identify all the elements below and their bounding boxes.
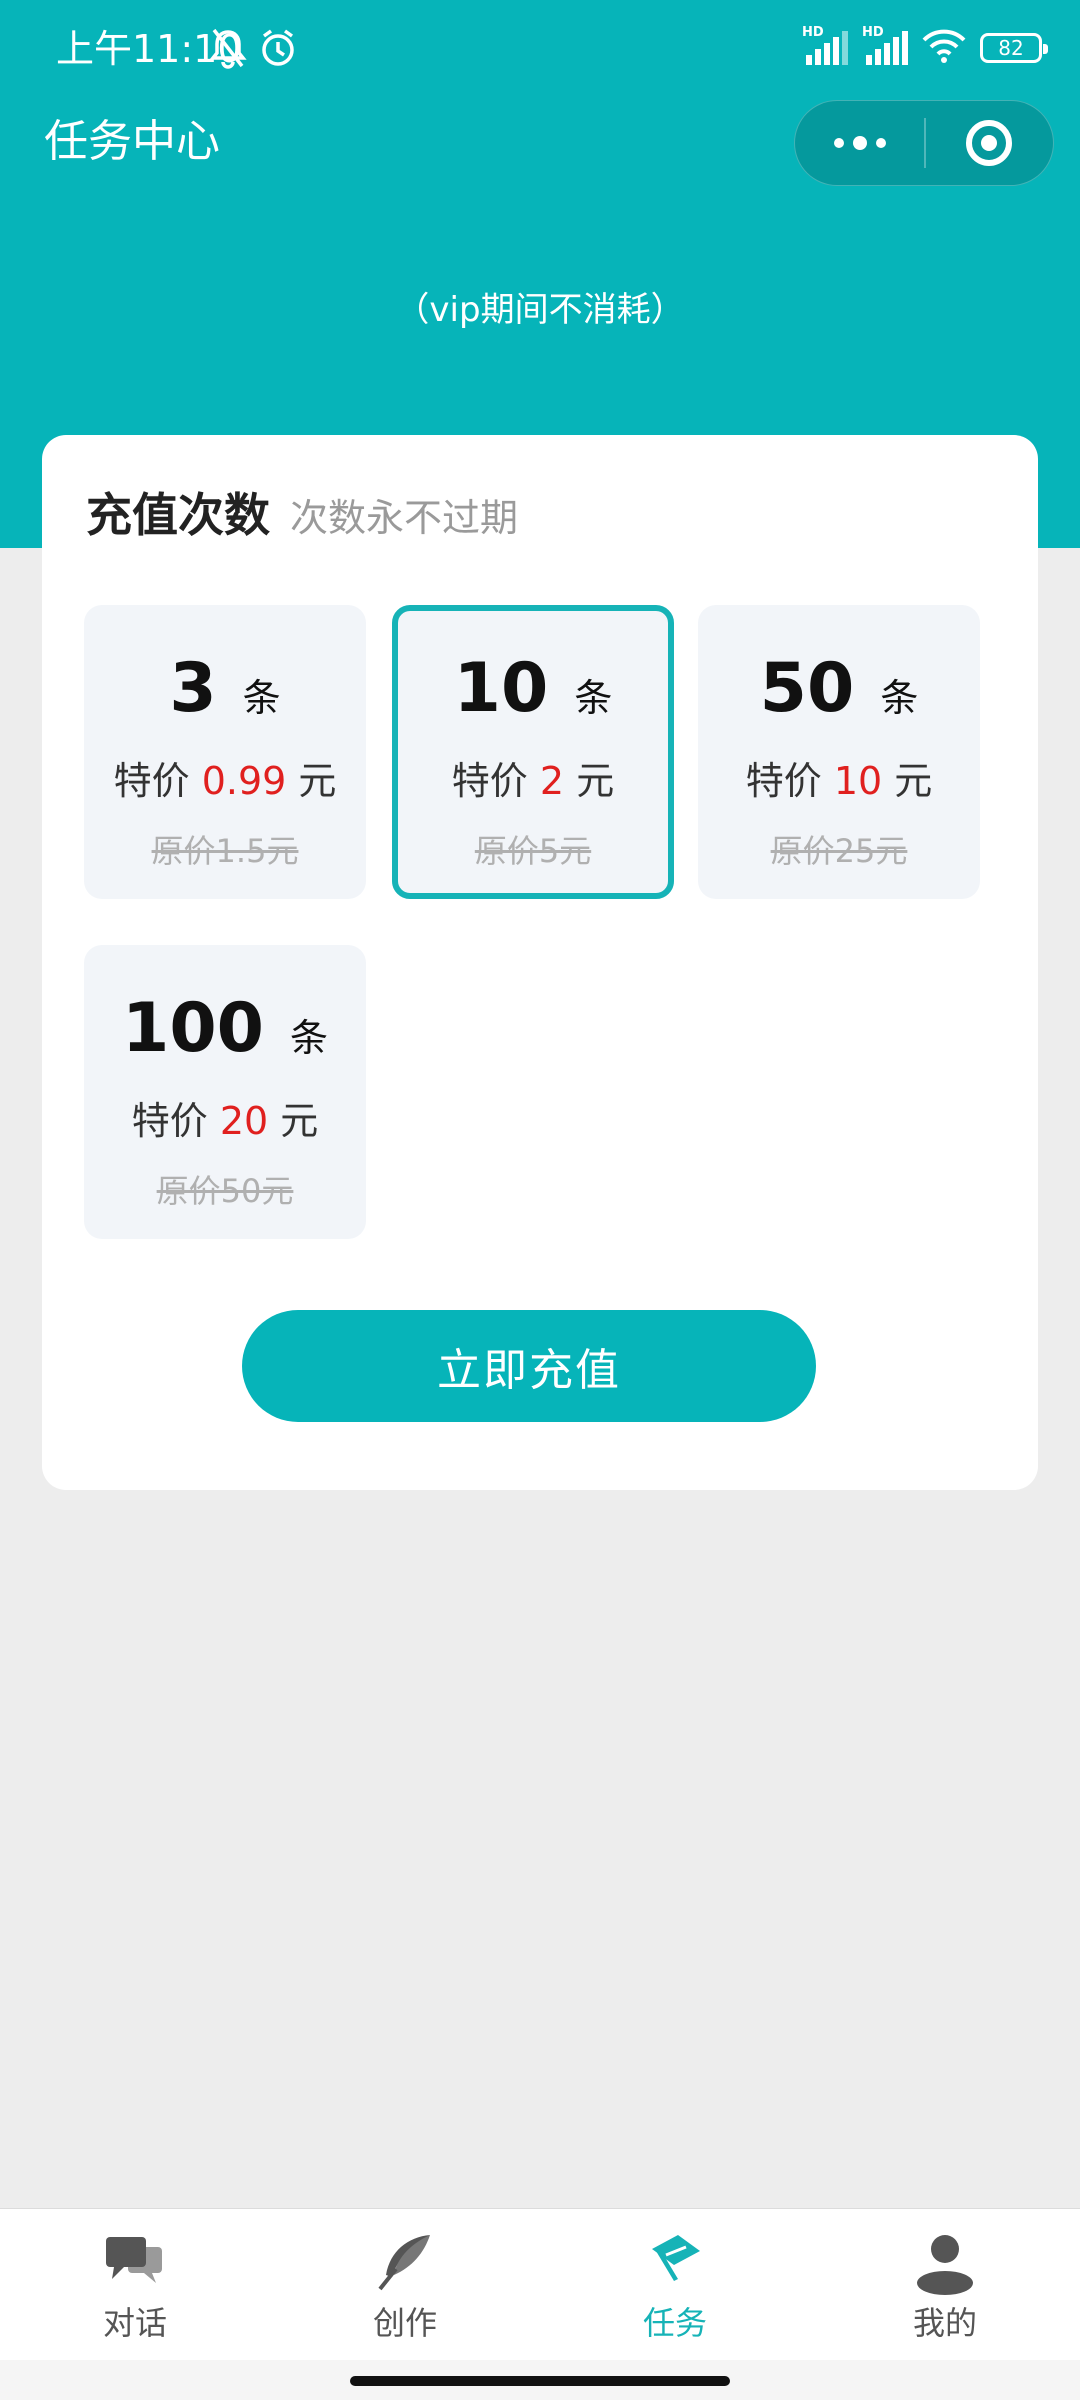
tab-label: 我的 (912, 2304, 977, 2342)
package-count: 100 (122, 989, 264, 1068)
package-unit: 条 (242, 676, 281, 720)
more-dots-icon (833, 138, 844, 148)
bottom-tab-bar: 对话 创作 任务 我的 (0, 2208, 1080, 2360)
tab-chat[interactable]: 对话 (0, 2209, 270, 2360)
package-unit: 条 (574, 676, 613, 720)
package-count: 10 (453, 649, 549, 728)
wifi-icon (922, 28, 966, 68)
flag-icon (652, 2235, 700, 2281)
page-title: 任务中心 (44, 116, 220, 167)
package-unit: 条 (289, 1016, 328, 1060)
package-option-3[interactable]: 3 条 特价 0.99 元 原价1.5元 (84, 605, 366, 899)
package-price: 特价 2 元 (451, 759, 615, 803)
close-program-button[interactable] (926, 100, 1053, 186)
package-count: 50 (759, 649, 855, 728)
person-icon (917, 2235, 973, 2295)
feather-icon (378, 2235, 430, 2291)
alarm-icon (258, 26, 298, 74)
tab-task[interactable]: 任务 (540, 2209, 810, 2360)
package-count: 3 (169, 649, 217, 728)
package-unit: 条 (880, 676, 919, 720)
package-original-price: 原价50元 (156, 1172, 294, 1210)
card-title: 充值次数 (86, 488, 270, 542)
tab-mine[interactable]: 我的 (810, 2209, 1080, 2360)
mini-program-capsule (794, 100, 1054, 186)
bell-muted-icon (208, 26, 248, 74)
package-price: 特价 0.99 元 (113, 759, 337, 803)
recharge-card: 充值次数 次数永不过期 3 条 特价 0.99 元 原价1.5元 10 条 特价… (42, 435, 1038, 1490)
chat-icon (106, 2237, 162, 2283)
tab-create[interactable]: 创作 (270, 2209, 540, 2360)
status-bar: 上午11:10 HD HD 82 (0, 0, 1080, 98)
package-option-10[interactable]: 10 条 特价 2 元 原价5元 (392, 605, 674, 899)
tab-label: 任务 (642, 2304, 707, 2342)
signal-icon: HD (802, 25, 848, 65)
package-original-price: 原价25元 (770, 832, 908, 870)
package-original-price: 原价1.5元 (151, 832, 299, 870)
package-original-price: 原价5元 (474, 832, 592, 870)
package-price: 特价 20 元 (131, 1099, 319, 1143)
more-button[interactable] (795, 100, 924, 186)
vip-note: （vip期间不消耗） (395, 290, 685, 330)
card-subtitle: 次数永不过期 (290, 496, 519, 540)
package-option-100[interactable]: 100 条 特价 20 元 原价50元 (84, 945, 366, 1239)
signal-icon-2: HD (862, 25, 908, 65)
tab-label: 创作 (372, 2304, 437, 2342)
home-indicator[interactable] (350, 2376, 730, 2386)
target-icon (966, 120, 1013, 166)
tab-label: 对话 (102, 2304, 167, 2342)
battery-icon: 82 (980, 33, 1048, 63)
recharge-now-button[interactable]: 立即充值 (242, 1310, 816, 1422)
package-option-50[interactable]: 50 条 特价 10 元 原价25元 (698, 605, 980, 899)
package-price: 特价 10 元 (745, 759, 933, 803)
